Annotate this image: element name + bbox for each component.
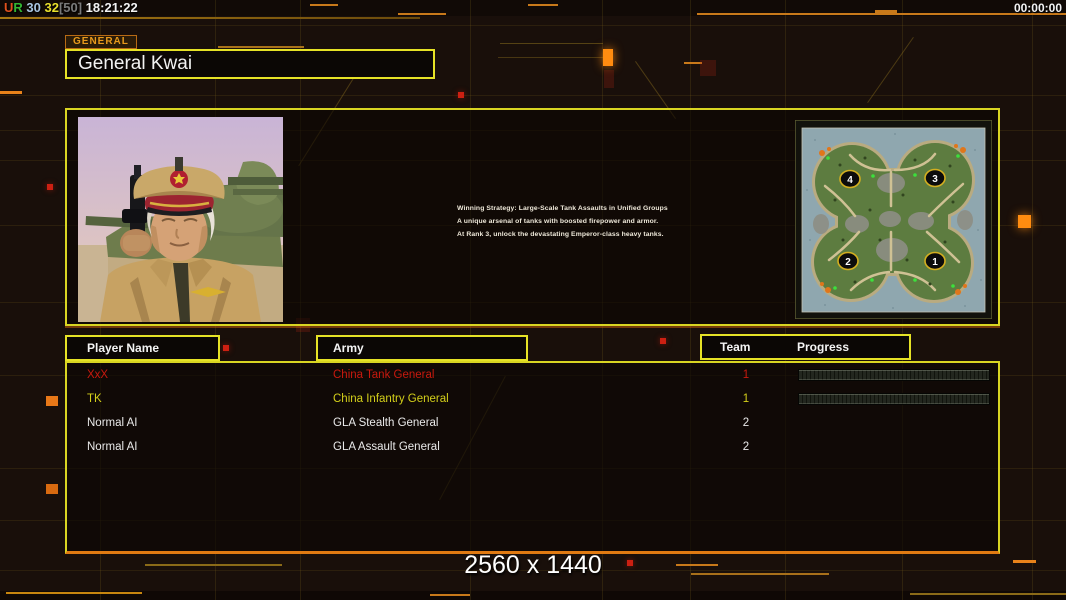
bg-grid-line	[0, 25, 1066, 26]
bg-dash	[430, 594, 470, 596]
player-list-panel: XxX China Tank General 1 TK China Infant…	[65, 361, 1000, 554]
player-army: China Tank General	[333, 369, 435, 381]
performance-overlay: UR 30 32[50] 18:21:22	[4, 0, 138, 15]
svg-text:4: 4	[847, 175, 853, 186]
map-start-marker: 3	[924, 168, 946, 188]
svg-text:3: 3	[932, 174, 938, 185]
bg-square-dim	[700, 60, 716, 76]
player-name: Normal AI	[87, 417, 138, 429]
strategy-line: At Rank 3, unlock the devastating Empero…	[457, 231, 664, 238]
bg-grid-line	[498, 57, 604, 58]
bg-square-orange	[46, 396, 58, 406]
overlay-clock: 18:21:22	[82, 0, 138, 15]
column-header-team: Team	[720, 340, 751, 354]
bg-dash	[528, 4, 558, 6]
bg-bottom-strip	[0, 591, 1066, 600]
bg-grid-line	[500, 43, 603, 44]
svg-text:2: 2	[845, 257, 851, 268]
bg-square-orange	[46, 484, 58, 494]
svg-text:1: 1	[932, 257, 938, 268]
general-tab-label: GENERAL	[65, 35, 137, 49]
general-portrait-image	[78, 117, 283, 322]
bg-dash	[398, 13, 446, 15]
strategy-briefing: Winning Strategy: Large-Scale Tank Assau…	[457, 202, 697, 241]
overlay-part: 32	[40, 0, 59, 15]
bg-dash	[0, 91, 22, 94]
bg-square-dim	[604, 70, 614, 88]
player-army: GLA Stealth General	[333, 417, 439, 429]
column-header-army: Army	[316, 335, 528, 361]
bg-square-orange	[1018, 215, 1031, 228]
player-name: XxX	[87, 369, 109, 381]
player-row: TK China Infantry General 1	[67, 387, 998, 411]
player-progress-bar	[798, 393, 990, 405]
bg-square-red	[458, 92, 464, 98]
general-info-panel: Winning Strategy: Large-Scale Tank Assau…	[65, 108, 1000, 326]
match-timer: 00:00:00	[1013, 1, 1062, 15]
bg-grid-line	[1032, 0, 1033, 600]
overlay-underline	[0, 17, 420, 19]
player-team: 2	[742, 417, 750, 429]
player-progress-bar	[798, 369, 990, 381]
bg-square-red	[660, 338, 666, 344]
player-army: China Infantry General	[333, 393, 449, 405]
player-team: 1	[742, 393, 750, 405]
bg-square-red	[47, 184, 53, 190]
player-row: XxX China Tank General 1	[67, 363, 998, 387]
strategy-line: Winning Strategy: Large-Scale Tank Assau…	[457, 205, 668, 212]
map-preview-image: 4 3 2 1	[794, 119, 993, 320]
column-header-progress: Progress	[797, 340, 850, 354]
player-team: 2	[742, 441, 750, 453]
bg-dash	[310, 4, 338, 6]
bg-dash	[6, 592, 142, 594]
overlay-part: [50]	[58, 0, 83, 15]
general-portrait	[78, 117, 283, 322]
resolution-label: 2560 x 1440	[464, 551, 602, 579]
bg-square-red	[223, 345, 229, 351]
player-team: 1	[742, 369, 750, 381]
bg-grid-line	[0, 95, 1066, 96]
column-header-team-progress: Team Progress	[700, 334, 911, 360]
strategy-line: A unique arsenal of tanks with boosted f…	[457, 218, 659, 225]
map-start-marker: 1	[924, 251, 946, 271]
overlay-part: U	[4, 0, 14, 15]
player-army: GLA Assault General	[333, 441, 440, 453]
map-start-marker: 2	[837, 251, 859, 271]
map-start-marker: 4	[839, 169, 861, 189]
map-preview: 4 3 2 1	[794, 119, 993, 320]
overlay-part: R	[13, 0, 23, 15]
bg-dash	[218, 46, 304, 48]
player-name: TK	[87, 393, 102, 405]
player-name: Normal AI	[87, 441, 138, 453]
bg-dash	[910, 593, 1066, 595]
column-header-player-name: Player Name	[65, 335, 220, 361]
overlay-part: 30	[22, 0, 41, 15]
bg-diagonal-line	[867, 36, 914, 104]
bg-square-orange	[603, 49, 613, 66]
player-row: Normal AI GLA Stealth General 2	[67, 411, 998, 435]
bg-dash	[875, 10, 897, 14]
loading-screen: UR 30 32[50] 18:21:22 00:00:00 GENERAL G…	[0, 0, 1066, 600]
player-row: Normal AI GLA Assault General 2	[67, 435, 998, 459]
general-name-title: General Kwai	[65, 49, 435, 79]
